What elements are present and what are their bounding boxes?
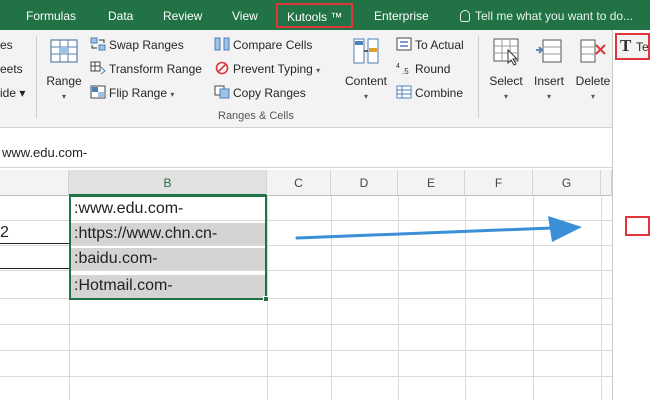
round-icon: 4 .5 (396, 63, 409, 75)
flip-range-label: Flip Range (109, 86, 168, 100)
column-header-d[interactable]: D (331, 170, 398, 196)
cell-a3[interactable] (0, 246, 69, 269)
transform-range-icon (90, 61, 106, 75)
copy-ranges-icon (214, 85, 230, 99)
range-label: Range (46, 74, 82, 88)
copy-ranges-button[interactable]: Copy Ranges (233, 86, 306, 100)
lightbulb-icon (460, 10, 470, 22)
fill-handle[interactable] (263, 296, 269, 302)
column-header-c[interactable]: C (267, 170, 331, 196)
to-actual-icon (396, 37, 412, 51)
compare-cells-button[interactable]: Compare Cells (233, 38, 312, 52)
tab-kutools[interactable]: Kutools ™ (276, 3, 354, 28)
transform-range-button[interactable]: Transform Range (109, 62, 202, 76)
content-button[interactable]: Content ▾ (340, 34, 392, 108)
formula-value: www.edu.com- (2, 145, 88, 160)
cell-a4[interactable] (0, 271, 69, 294)
ribbon-separator (36, 36, 37, 118)
compare-cells-icon (214, 37, 230, 51)
prevent-typing-label: Prevent Typing (233, 62, 313, 76)
tab-formulas[interactable]: Formulas (26, 0, 76, 30)
select-icon (493, 38, 519, 66)
column-header-b[interactable]: B (69, 170, 267, 196)
ribbon-cut-item-2[interactable]: eets (0, 62, 23, 76)
column-header-f[interactable]: F (465, 170, 533, 196)
ribbon-separator (478, 36, 479, 118)
delete-icon (580, 39, 606, 63)
tell-me-box[interactable]: Tell me what you want to do... (460, 0, 633, 30)
swap-ranges-icon (90, 37, 106, 51)
column-header-a[interactable] (0, 170, 69, 196)
svg-text:.5: .5 (402, 67, 409, 75)
range-button[interactable]: Range ▾ (38, 34, 90, 108)
ribbon-cut-item-3[interactable]: ide ▾ (0, 86, 25, 100)
highlight-box (625, 216, 650, 236)
text-t-icon: T (620, 36, 632, 55)
flip-range-icon (90, 85, 106, 99)
combine-button[interactable]: Combine (415, 86, 463, 100)
column-header-g[interactable]: G (533, 170, 601, 196)
range-grid-icon (50, 39, 78, 63)
round-button[interactable]: Round (415, 62, 450, 76)
ribbon: es eets ide ▾ Range ▾ Swap Ranges Transf… (0, 30, 650, 128)
column-header-e[interactable]: E (398, 170, 465, 196)
text-button-label: Te (636, 40, 649, 54)
tab-review[interactable]: Review (163, 0, 202, 30)
prevent-typing-button[interactable]: Prevent Typing ▾ (233, 62, 320, 76)
content-icon (353, 38, 379, 64)
prevent-typing-icon (215, 61, 229, 75)
chevron-down-icon: ▾ (363, 92, 368, 101)
column-header-h[interactable] (601, 170, 612, 196)
side-pane (612, 30, 650, 400)
selection-outline (69, 195, 267, 300)
tab-data[interactable]: Data (108, 0, 133, 30)
ranges-cells-group-label: Ranges & Cells (218, 110, 294, 122)
content-label: Content (344, 74, 388, 88)
formula-bar[interactable]: www.edu.com- (0, 136, 612, 168)
insert-icon (536, 39, 562, 63)
ribbon-cut-item-1[interactable]: es (0, 38, 13, 52)
cell-a2[interactable]: 2 (0, 221, 69, 244)
chevron-down-icon: ▾ (170, 90, 175, 99)
combine-icon (396, 85, 412, 99)
cell-a1[interactable] (0, 196, 69, 219)
to-actual-button[interactable]: To Actual (415, 38, 464, 52)
arrow-icon (295, 216, 582, 242)
svg-text:4: 4 (396, 63, 400, 70)
chevron-down-icon: ▾ (316, 66, 321, 75)
flip-range-button[interactable]: Flip Range ▾ (109, 86, 174, 100)
text-button[interactable]: T Te (615, 33, 650, 60)
tab-enterprise[interactable]: Enterprise (374, 0, 429, 30)
ribbon-tab-bar: Formulas Data Review View Kutools ™ Ente… (0, 0, 650, 30)
tell-me-text: Tell me what you want to do... (475, 9, 634, 23)
chevron-down-icon: ▾ (61, 92, 66, 101)
tab-view[interactable]: View (232, 0, 258, 30)
swap-ranges-button[interactable]: Swap Ranges (109, 38, 184, 52)
